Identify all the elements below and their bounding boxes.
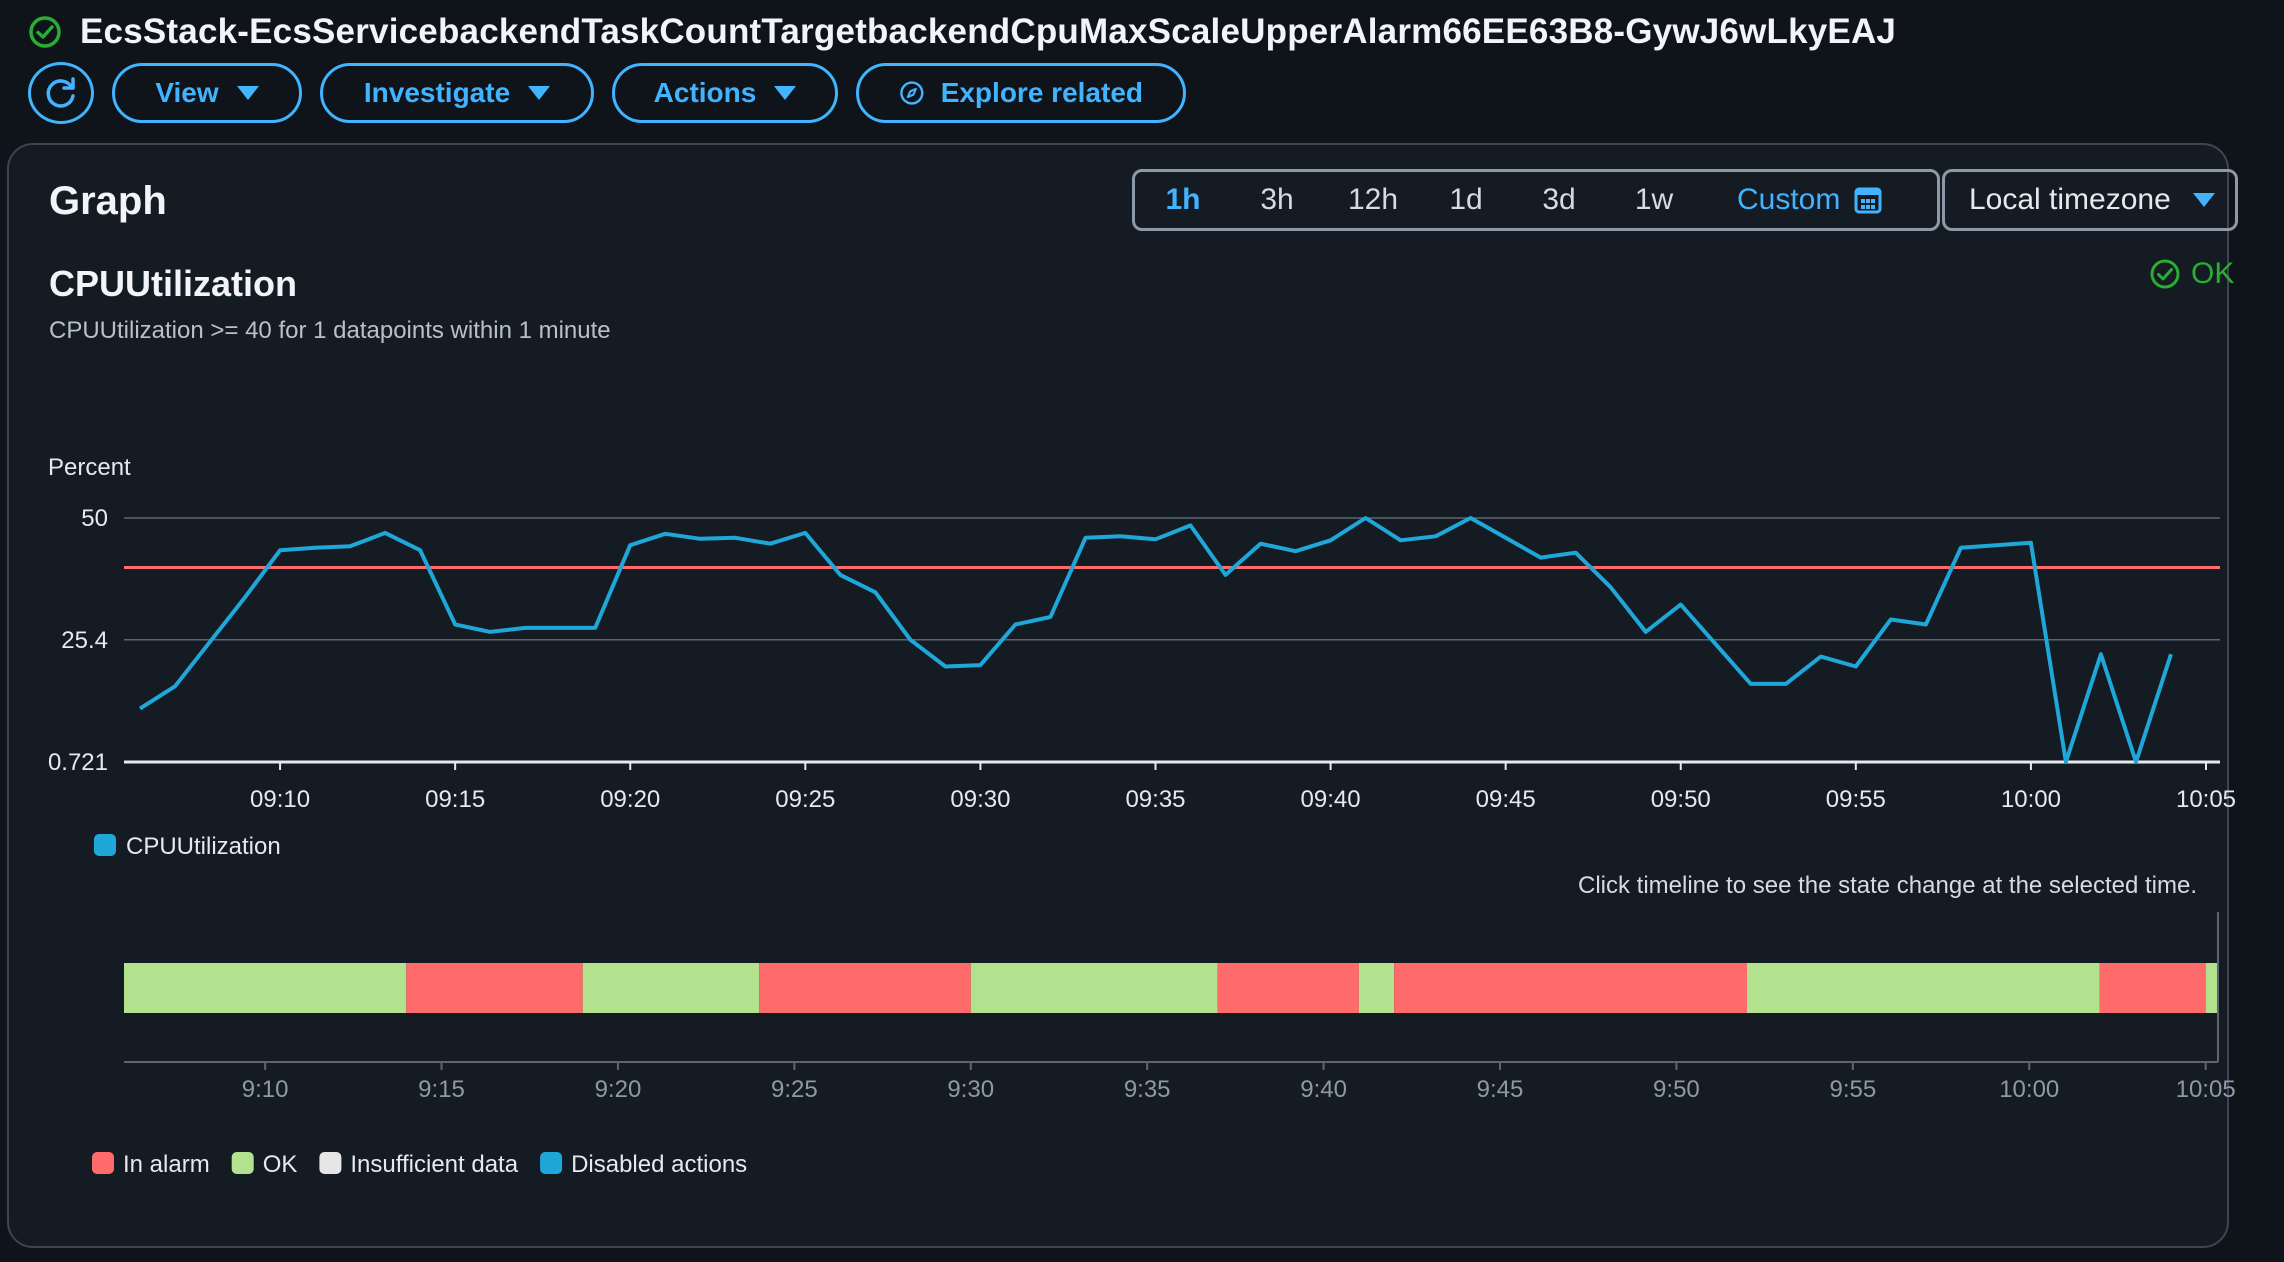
state-legend-label: Insufficient data: [350, 1151, 518, 1178]
timeline-segment[interactable]: [1217, 963, 1359, 1013]
timeline-tick-label: 9:50: [1653, 1076, 1700, 1103]
y-tick-label: 50: [81, 505, 108, 532]
timeline-segment[interactable]: [1394, 963, 1747, 1013]
timeline-tick-label: 9:40: [1300, 1076, 1347, 1103]
y-axis-label: Percent: [48, 454, 131, 481]
x-ticks: 09:10 09:15 09:20 09:25 09:30 09:35 09:40 09:45…: [250, 762, 2236, 813]
y-gridlines: [124, 517, 2220, 764]
state-timeline[interactable]: 9:10 9:15 9:20 9:25 9:30 9:35 9:40 9:45 9:50 9:55…: [124, 912, 2236, 1103]
state-legend-label: OK: [263, 1151, 298, 1178]
timeline-segment[interactable]: [2099, 963, 2206, 1013]
timeline-tick-label: 10:00: [1999, 1076, 2059, 1103]
chart-legend: CPUUtilization: [94, 833, 281, 860]
x-tick-label: 09:15: [425, 786, 485, 813]
x-tick-label: 09:50: [1651, 786, 1711, 813]
timeline-tick-label: 9:55: [1829, 1076, 1876, 1103]
state-legend: In alarm OK Insufficient data Disabled acti…: [92, 1151, 747, 1178]
x-tick-label: 09:10: [250, 786, 310, 813]
timeline-tick-label: 9:15: [418, 1076, 465, 1103]
x-tick-label: 09:25: [775, 786, 835, 813]
timeline-segment[interactable]: [406, 963, 583, 1013]
x-tick-label: 09:45: [1476, 786, 1536, 813]
x-tick-label: 09:20: [600, 786, 660, 813]
state-legend-swatch: [540, 1152, 563, 1174]
state-legend-swatch: [319, 1152, 342, 1174]
timeline-segment[interactable]: [970, 963, 1218, 1013]
x-tick-label: 10:05: [2176, 786, 2236, 813]
timeline-segment[interactable]: [2205, 963, 2218, 1013]
timeline-segment[interactable]: [124, 963, 407, 1013]
timeline-segment[interactable]: [759, 963, 971, 1013]
state-legend-label: In alarm: [123, 1151, 210, 1178]
timeline-segment[interactable]: [1358, 963, 1395, 1013]
y-tick-labels: 50 25.4 0.721: [48, 505, 108, 776]
state-legend-label: Disabled actions: [571, 1151, 747, 1178]
timeline-tick-label: 9:20: [595, 1076, 642, 1103]
x-tick-label: 09:40: [1301, 786, 1361, 813]
timeline-tick-label: 9:10: [242, 1076, 289, 1103]
x-tick-label: 10:00: [2001, 786, 2061, 813]
legend-label-cpuutilization: CPUUtilization: [126, 833, 281, 860]
timeline-hint: Click timeline to see the state change a…: [1578, 872, 2197, 899]
state-legend-swatch: [92, 1152, 114, 1174]
legend-swatch-cpuutilization: [94, 834, 116, 856]
y-tick-label: 25.4: [61, 627, 108, 654]
x-tick-label: 09:35: [1125, 786, 1185, 813]
timeline-tick-label: 9:25: [771, 1076, 818, 1103]
y-tick-label: 0.721: [48, 749, 108, 776]
x-tick-label: 09:55: [1826, 786, 1886, 813]
timeline-segment[interactable]: [582, 963, 760, 1013]
cpu-line-chart: Percent 50 25.4 0.721 09:10 09:15 09:20 09:25…: [48, 454, 2236, 860]
x-tick-label: 09:30: [950, 786, 1010, 813]
timeline-tick-label: 9:45: [1477, 1076, 1524, 1103]
timeline-tick-label: 9:30: [947, 1076, 994, 1103]
timeline-tick-label: 10:05: [2176, 1076, 2236, 1103]
timeline-segment[interactable]: [1746, 963, 2100, 1013]
timeline-tick-label: 9:35: [1124, 1076, 1171, 1103]
charts-area: Percent 50 25.4 0.721 09:10 09:15 09:20 09:25…: [48, 454, 2236, 1178]
state-legend-swatch: [231, 1152, 254, 1174]
